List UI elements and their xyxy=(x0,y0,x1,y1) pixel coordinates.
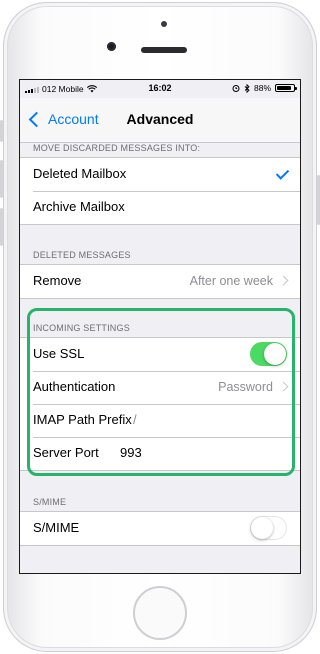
chevron-right-icon xyxy=(278,275,289,286)
authentication-label: Authentication xyxy=(33,379,116,394)
option-label: Archive Mailbox xyxy=(33,199,125,214)
battery-icon xyxy=(275,84,297,92)
volume-up-button xyxy=(0,160,3,198)
smime-group: S/MIME xyxy=(20,511,300,546)
server-port-value[interactable]: 993 xyxy=(120,445,142,460)
imap-prefix-value[interactable]: / xyxy=(133,412,137,427)
battery-percent: 88% xyxy=(253,83,271,93)
move-discarded-group: Deleted Mailbox Archive Mailbox xyxy=(20,157,300,225)
smime-row: S/MIME xyxy=(20,512,300,545)
use-ssl-row: Use SSL xyxy=(20,338,300,371)
chevron-right-icon xyxy=(278,381,289,392)
section-header-smime: S/MIME xyxy=(33,497,67,507)
imap-prefix-row[interactable]: IMAP Path Prefix / xyxy=(20,404,300,437)
remove-row[interactable]: Remove After one week xyxy=(20,265,300,298)
authentication-value: Password xyxy=(218,380,273,394)
option-archive-mailbox[interactable]: Archive Mailbox xyxy=(20,191,300,224)
smime-label: S/MIME xyxy=(33,520,80,535)
home-button[interactable] xyxy=(133,586,187,640)
option-deleted-mailbox[interactable]: Deleted Mailbox xyxy=(20,158,300,191)
deleted-messages-group: Remove After one week xyxy=(20,264,300,299)
option-label: Deleted Mailbox xyxy=(33,166,127,181)
server-port-label: Server Port xyxy=(33,445,99,460)
navigation-bar: Account Advanced xyxy=(20,98,300,143)
remove-label: Remove xyxy=(33,273,82,288)
front-camera xyxy=(107,42,116,51)
imap-prefix-label: IMAP Path Prefix xyxy=(33,412,132,427)
checkmark-icon xyxy=(275,166,290,180)
volume-down-button xyxy=(0,208,3,246)
section-header-incoming-settings: INCOMING SETTINGS xyxy=(33,323,130,333)
incoming-settings-group: Use SSL Authentication Password IMAP Pat… xyxy=(20,337,300,471)
server-port-row[interactable]: Server Port 993 xyxy=(20,437,300,470)
page-title: Advanced xyxy=(126,111,194,127)
smime-toggle[interactable] xyxy=(250,516,287,540)
section-header-deleted-messages: DELETED MESSAGES xyxy=(33,250,131,260)
alarm-icon xyxy=(232,85,240,92)
mute-switch xyxy=(0,120,3,142)
use-ssl-label: Use SSL xyxy=(33,346,85,361)
use-ssl-toggle[interactable] xyxy=(250,342,287,366)
bluetooth-icon xyxy=(244,83,250,93)
authentication-row[interactable]: Authentication Password xyxy=(20,371,300,404)
section-header-move-discarded: MOVE DISCARDED MESSAGES INTO: xyxy=(33,143,201,153)
status-bar: 012 Mobile 16:02 88% xyxy=(20,80,300,98)
remove-value: After one week xyxy=(189,274,273,288)
proximity-sensor xyxy=(161,21,167,27)
screen: 012 Mobile 16:02 88% Account Advanced MO… xyxy=(19,79,301,574)
earpiece-speaker xyxy=(141,47,187,53)
